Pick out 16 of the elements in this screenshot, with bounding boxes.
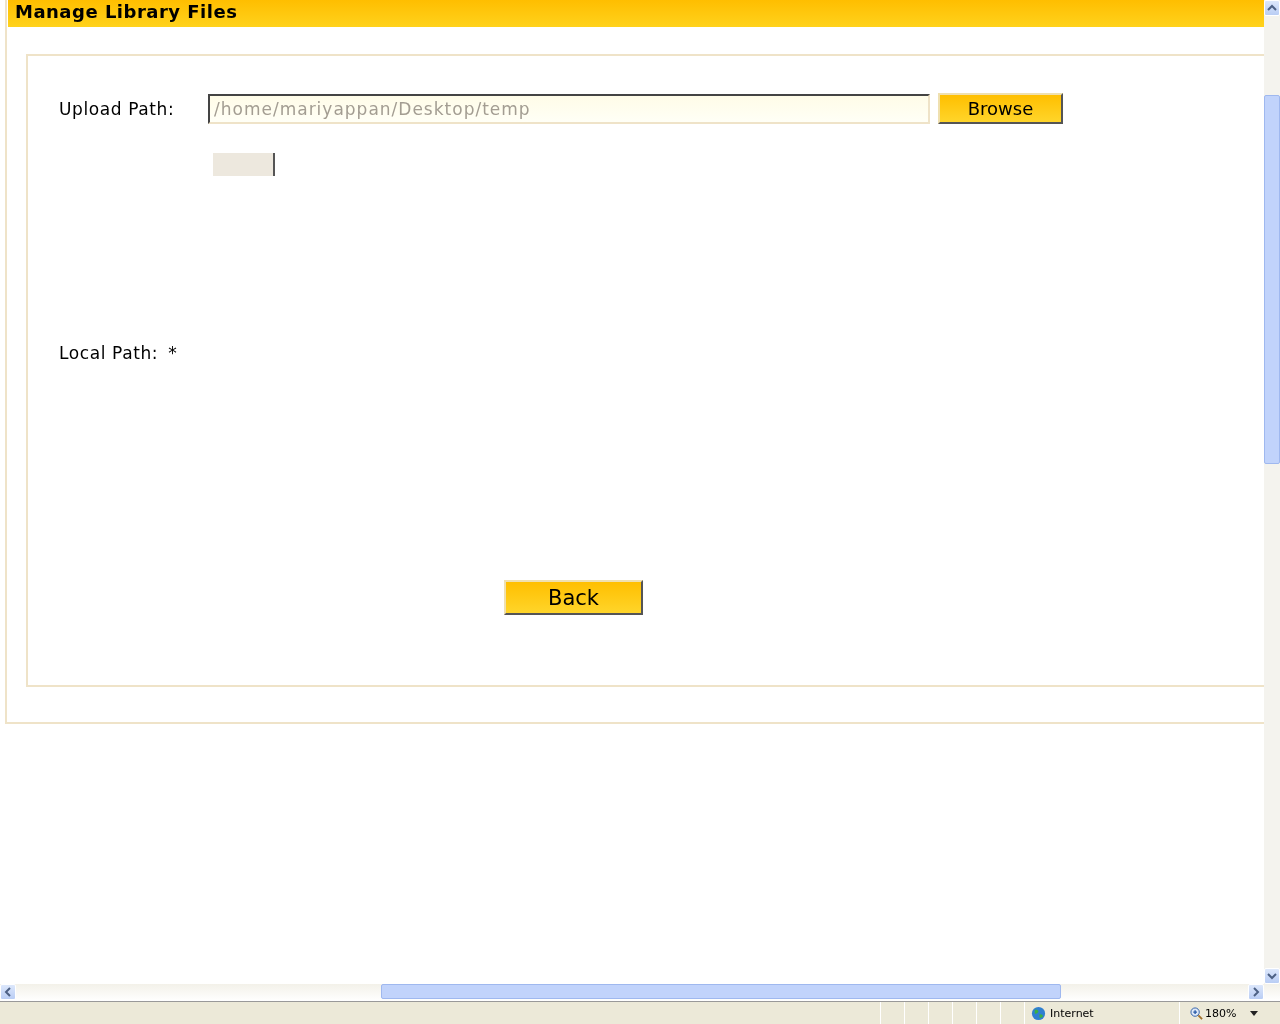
zoom-control[interactable]: 180%: [1179, 1002, 1250, 1024]
scroll-down-button[interactable]: [1264, 968, 1280, 984]
dropdown-caret-icon[interactable]: [1250, 1010, 1258, 1016]
required-mark: *: [168, 343, 177, 363]
page-title: Manage Library Files: [8, 0, 1264, 27]
browse-button[interactable]: Browse: [938, 93, 1063, 124]
field-label: Upload Path:: [59, 98, 176, 119]
back-button[interactable]: Back: [504, 580, 643, 615]
scroll-right-button[interactable]: [1248, 984, 1264, 1000]
field-label: Local Path:: [59, 343, 159, 363]
blank-button[interactable]: [213, 153, 275, 176]
magnifier-icon: [1190, 1006, 1203, 1020]
scroll-up-button[interactable]: [1264, 0, 1280, 16]
security-zone-label: Internet: [1050, 1006, 1094, 1020]
globe-icon: [1031, 1005, 1046, 1021]
scroll-left-button[interactable]: [0, 984, 16, 1000]
